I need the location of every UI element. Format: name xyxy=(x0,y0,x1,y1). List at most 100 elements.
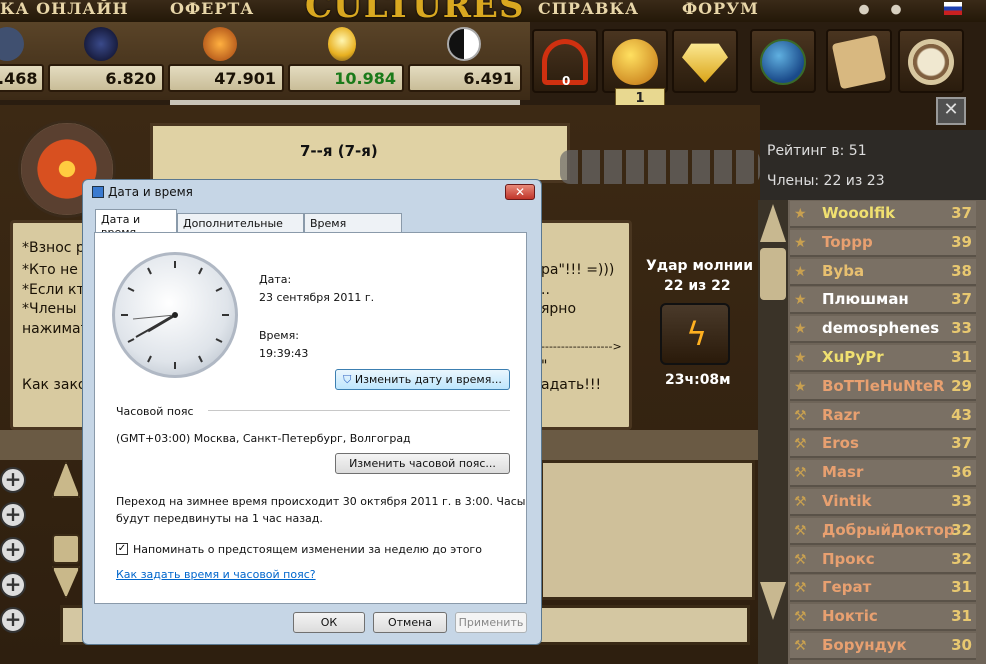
worker-icon: ⚒ xyxy=(794,551,807,568)
date-label: Дата: xyxy=(259,273,292,286)
member-row[interactable]: ★ Toppp 39 xyxy=(790,229,976,257)
member-score: 30 xyxy=(951,636,972,654)
help-link[interactable]: Как задать время и часовой пояс? xyxy=(116,568,316,581)
member-row[interactable]: ⚒ Vintik 33 xyxy=(790,489,976,516)
menu-item-online[interactable]: КА ОНЛАЙН xyxy=(0,0,129,18)
member-row[interactable]: ⚒ Masr 36 xyxy=(790,460,976,488)
yin-yang-icon xyxy=(447,27,481,61)
worker-icon: ⚒ xyxy=(794,522,807,539)
member-row[interactable]: ⚒ Eros 37 xyxy=(790,431,976,459)
member-score: 36 xyxy=(951,463,972,482)
worker-icon: ⚒ xyxy=(794,407,807,424)
timezone-separator xyxy=(208,410,510,411)
chat-panel xyxy=(540,460,755,600)
compass-button[interactable] xyxy=(898,29,964,93)
tab-date-time[interactable]: Дата и время xyxy=(95,209,177,239)
dst-notice-line: Переход на зимнее время происходит 30 ок… xyxy=(116,495,526,508)
member-row[interactable]: ★ demosphenes 33 xyxy=(790,316,976,344)
note-line: .. xyxy=(541,282,550,298)
member-score: 37 xyxy=(951,434,972,453)
lightning-strike-count: 22 из 22 xyxy=(664,278,731,294)
coal-icon xyxy=(84,27,118,61)
member-row[interactable]: ★ BoTTleHuNteR 29 xyxy=(790,373,976,401)
worker-icon: ⚒ xyxy=(794,465,807,482)
ok-button[interactable]: ОК xyxy=(293,612,365,633)
lightning-strike-label: Удар молнии xyxy=(646,258,754,274)
diamond-button[interactable] xyxy=(672,29,738,93)
rank-star-icon: ★ xyxy=(794,350,807,366)
note-line: ра"!!! =))) xyxy=(541,262,615,278)
resource-stone-value: .468 xyxy=(0,64,44,92)
chain-decoration xyxy=(560,150,760,184)
cancel-button[interactable]: Отмена xyxy=(373,612,447,633)
russian-flag-icon[interactable] xyxy=(944,2,962,15)
member-name: demosphenes xyxy=(822,319,940,338)
rating-label: Рейтинг в: 51 xyxy=(767,143,867,159)
add-button[interactable]: + xyxy=(0,467,26,493)
globe-icon xyxy=(760,39,806,85)
note-line: ярно xyxy=(541,301,577,317)
map-button[interactable] xyxy=(826,29,892,93)
member-name: Прокс xyxy=(822,549,875,568)
member-name: ДобрыйДоктор xyxy=(822,520,955,539)
close-panel-icon[interactable]: ✕ xyxy=(936,97,966,125)
member-name: Борундук xyxy=(822,636,907,654)
member-score: 31 xyxy=(951,348,972,366)
member-row[interactable]: ★ XuPyPr 31 xyxy=(790,345,976,372)
dialog-close-button[interactable]: ✕ xyxy=(505,184,535,200)
member-name: Masr xyxy=(822,463,864,482)
member-row[interactable]: ⚒ Борундук 30 xyxy=(790,633,976,660)
member-name: Byba xyxy=(822,261,865,280)
note-line: адать!!! xyxy=(541,377,602,393)
globe-button[interactable] xyxy=(750,29,816,93)
rank-star-icon: ★ xyxy=(794,321,807,338)
rank-star-icon: ★ xyxy=(794,234,807,251)
rank-star-icon: ★ xyxy=(794,206,807,222)
member-row[interactable]: ⚒ Razr 43 xyxy=(790,402,976,430)
timezone-header: Часовой пояс xyxy=(116,405,194,418)
member-row[interactable]: ⚒ Прокс 32 xyxy=(790,546,976,574)
tab-internet-time[interactable]: Время Интернета xyxy=(304,213,402,243)
change-datetime-button[interactable]: ⛉ Изменить дату и время... xyxy=(335,369,510,390)
worker-icon: ⚒ xyxy=(794,609,807,626)
add-button[interactable]: + xyxy=(0,607,26,633)
diamond-icon xyxy=(682,43,728,83)
scroll-thumb[interactable] xyxy=(52,534,80,564)
menu-item-forum[interactable]: ФОРУМ xyxy=(682,0,759,18)
member-row[interactable]: ★ Плюшман 37 xyxy=(790,287,976,315)
member-row[interactable]: ⚒ Ноктіс 31 xyxy=(790,604,976,632)
member-name: Toppp xyxy=(822,232,873,251)
remind-checkbox-label: Напоминать о предстоящем изменении за не… xyxy=(133,543,482,556)
member-score: 33 xyxy=(951,492,972,510)
member-score: 37 xyxy=(951,204,972,222)
lightning-strike-button[interactable]: ϟ xyxy=(660,303,730,365)
member-row[interactable]: ⚒ ДобрыйДоктор 32 xyxy=(790,517,976,545)
add-button[interactable]: + xyxy=(0,502,26,528)
lightbulb-icon xyxy=(328,27,356,61)
guild-title: 7--я (7-я) xyxy=(300,142,378,160)
compass-icon xyxy=(908,39,954,85)
member-row[interactable]: ★ Byba 38 xyxy=(790,258,976,286)
add-button[interactable]: + xyxy=(0,537,26,563)
menu-item-offer[interactable]: ОФЕРТА xyxy=(170,0,254,18)
menu-item-help[interactable]: СПРАВКА xyxy=(538,0,639,18)
member-row[interactable]: ⚒ Герат 31 xyxy=(790,575,976,603)
time-label: Время: xyxy=(259,329,299,342)
tab-additional-clocks[interactable]: Дополнительные часы xyxy=(177,213,304,243)
dst-notice-line: будут передвинуты на 1 час назад. xyxy=(116,512,323,525)
crown-ornament-icon xyxy=(890,0,902,16)
member-score: 32 xyxy=(951,520,972,539)
add-button[interactable]: + xyxy=(0,572,26,598)
coin-button[interactable] xyxy=(602,29,668,93)
amber-icon xyxy=(203,27,237,61)
apply-button[interactable]: Применить xyxy=(455,612,527,633)
members-scroll-thumb[interactable] xyxy=(760,248,786,300)
resource-knowledge-value: 10.984 xyxy=(288,64,404,92)
change-timezone-button[interactable]: Изменить часовой пояс... xyxy=(335,453,510,474)
member-row[interactable]: ★ Wooolfik 37 xyxy=(790,201,976,228)
member-name: Ноктіс xyxy=(822,607,878,626)
member-name: Vintik xyxy=(822,492,872,510)
rank-star-icon: ★ xyxy=(794,378,807,395)
remind-checkbox[interactable]: ✓ xyxy=(116,543,128,555)
member-score: 38 xyxy=(951,261,972,280)
